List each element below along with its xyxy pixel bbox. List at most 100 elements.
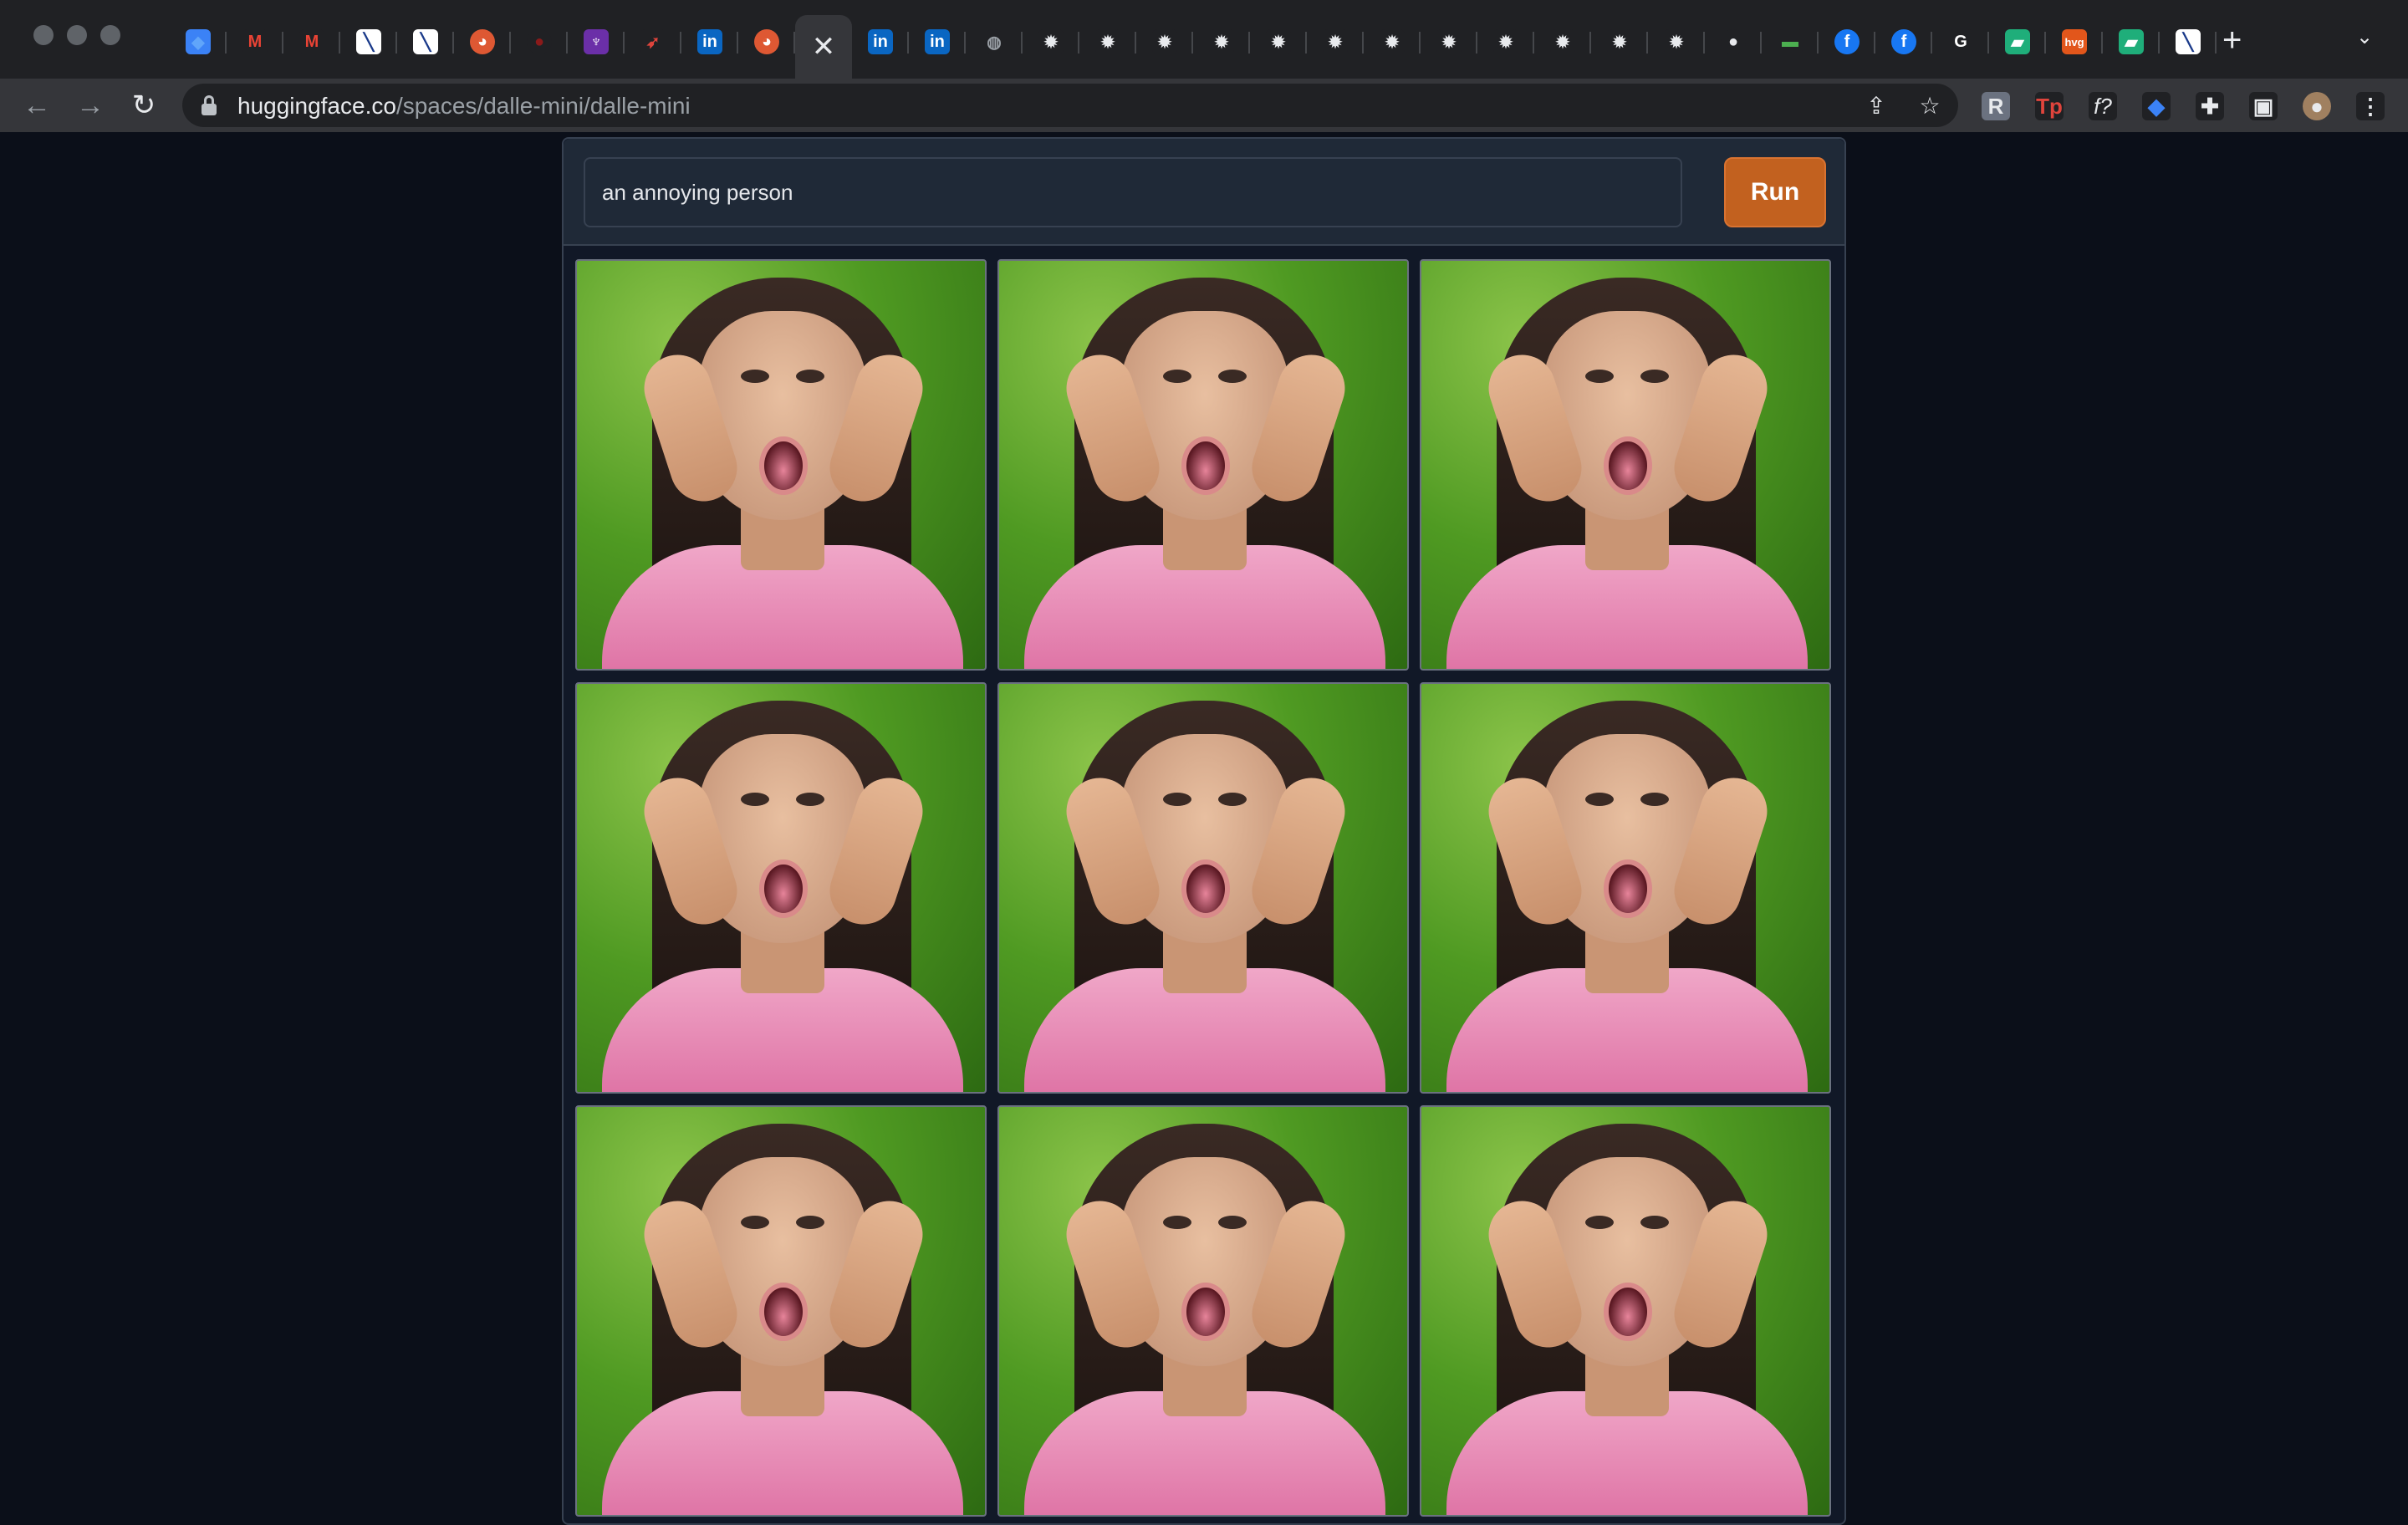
eye-shape xyxy=(796,1216,824,1229)
mouth-shape xyxy=(1604,1283,1652,1341)
tab[interactable]: M xyxy=(227,15,283,69)
run-button[interactable]: Run xyxy=(1724,157,1826,227)
linkedin-icon: in xyxy=(697,29,722,54)
tp-extension-icon[interactable]: Tp xyxy=(2035,92,2064,120)
tab-active[interactable]: ✕ xyxy=(795,15,852,79)
url-text[interactable]: huggingface.co/spaces/dalle-mini/dalle-m… xyxy=(237,94,691,119)
prompt-input[interactable] xyxy=(584,157,1682,227)
tab[interactable]: ✹ xyxy=(1591,15,1648,69)
generated-image[interactable] xyxy=(997,259,1409,671)
generated-image[interactable] xyxy=(575,1105,987,1517)
eye-shape xyxy=(1585,1216,1614,1229)
gmail-icon: M xyxy=(242,29,268,54)
mouth-shape xyxy=(759,436,808,495)
eye-shape xyxy=(1218,1216,1247,1229)
tab[interactable]: ◍ xyxy=(966,15,1023,69)
avatar[interactable]: ● xyxy=(2303,92,2331,120)
tab[interactable]: ╲ xyxy=(2160,15,2217,69)
tab[interactable]: ● xyxy=(1705,15,1762,69)
eye-shape xyxy=(796,370,824,383)
tab[interactable]: ▰ xyxy=(2103,15,2160,69)
tab[interactable]: ◕ xyxy=(454,15,511,69)
tab[interactable]: ● xyxy=(511,15,568,69)
tab[interactable]: ✹ xyxy=(1534,15,1591,69)
tab[interactable]: f xyxy=(1875,15,1932,69)
gear-icon: ✹ xyxy=(1095,29,1120,54)
eye-shape xyxy=(1585,793,1614,806)
tab[interactable]: ✹ xyxy=(1421,15,1477,69)
tab[interactable]: in xyxy=(681,15,738,69)
red-dot-icon: ● xyxy=(527,29,552,54)
eye-shape xyxy=(741,793,769,806)
new-tab-button[interactable]: + xyxy=(2222,22,2242,59)
eye-shape xyxy=(1640,370,1669,383)
tab[interactable]: in xyxy=(909,15,966,69)
forward-button[interactable]: → xyxy=(72,87,109,124)
tab[interactable]: ◆ xyxy=(170,15,227,69)
tab[interactable]: ✹ xyxy=(1023,15,1079,69)
tab[interactable]: ➶ xyxy=(625,15,681,69)
sidebar-icon[interactable]: ▣ xyxy=(2249,92,2278,120)
eye-shape xyxy=(1640,793,1669,806)
lock-icon[interactable] xyxy=(201,95,217,115)
generated-image[interactable] xyxy=(997,682,1409,1094)
tab-search-button[interactable]: ⌄ xyxy=(2356,25,2373,49)
mouth-shape xyxy=(759,859,808,918)
tab[interactable]: hvg xyxy=(2046,15,2103,69)
google-icon: G xyxy=(1948,29,1973,54)
close-window-button[interactable] xyxy=(33,25,54,45)
share-icon[interactable]: ⇪ xyxy=(1863,92,1890,119)
tab[interactable]: ▬ xyxy=(1762,15,1819,69)
tab[interactable]: ╲ xyxy=(340,15,397,69)
tab[interactable]: f xyxy=(1819,15,1875,69)
tab[interactable]: ▰ xyxy=(1989,15,2046,69)
generated-image[interactable] xyxy=(575,682,987,1094)
tab[interactable]: ╲ xyxy=(397,15,454,69)
mouth-shape xyxy=(1604,436,1652,495)
globe-icon: ◍ xyxy=(982,29,1007,54)
eye-shape xyxy=(1163,370,1191,383)
eye-shape xyxy=(741,1216,769,1229)
tab[interactable]: ✹ xyxy=(1364,15,1421,69)
gear-icon: ✹ xyxy=(1152,29,1177,54)
tab[interactable]: G xyxy=(1932,15,1989,69)
tab[interactable]: ✹ xyxy=(1250,15,1307,69)
tab[interactable]: M xyxy=(283,15,340,69)
tab[interactable]: ◕ xyxy=(738,15,795,69)
linkedin-icon: in xyxy=(925,29,950,54)
puzzle-icon[interactable]: ✚ xyxy=(2196,92,2224,120)
tab[interactable]: ✹ xyxy=(1477,15,1534,69)
address-bar[interactable]: huggingface.co/spaces/dalle-mini/dalle-m… xyxy=(182,84,1958,127)
kebab-menu-icon[interactable]: ⋮ xyxy=(2356,92,2385,120)
reload-button[interactable]: ↻ xyxy=(125,87,162,124)
tab[interactable]: ♆ xyxy=(568,15,625,69)
tab[interactable]: ✹ xyxy=(1307,15,1364,69)
tab[interactable]: ✹ xyxy=(1079,15,1136,69)
gear-icon: ✹ xyxy=(1493,29,1518,54)
generated-image[interactable] xyxy=(1420,259,1831,671)
diamond-icon[interactable]: ◆ xyxy=(2142,92,2171,120)
linkedin-icon: in xyxy=(868,29,893,54)
minimize-window-button[interactable] xyxy=(67,25,87,45)
dalle-mini-app: Run xyxy=(562,137,1846,1525)
generated-image[interactable] xyxy=(575,259,987,671)
close-icon[interactable]: ✕ xyxy=(812,33,836,61)
generated-image[interactable] xyxy=(1420,682,1831,1094)
arrow-left-icon: ← xyxy=(23,89,51,121)
gear-icon: ✹ xyxy=(1664,29,1689,54)
gmail-icon: M xyxy=(299,29,324,54)
generated-image[interactable] xyxy=(997,1105,1409,1517)
r-extension-icon[interactable]: R xyxy=(1982,92,2010,120)
zoom-window-button[interactable] xyxy=(100,25,120,45)
gear-icon: ✹ xyxy=(1038,29,1064,54)
generated-image[interactable] xyxy=(1420,1105,1831,1517)
tab[interactable]: ✹ xyxy=(1193,15,1250,69)
hvg-icon: hvg xyxy=(2062,29,2087,54)
tab[interactable]: ✹ xyxy=(1136,15,1193,69)
tab[interactable]: ✹ xyxy=(1648,15,1705,69)
bookmark-star-icon[interactable]: ☆ xyxy=(1916,92,1943,119)
tab[interactable]: in xyxy=(852,15,909,69)
back-button[interactable]: ← xyxy=(18,87,55,124)
f-question-icon[interactable]: f? xyxy=(2089,92,2117,120)
document-icon: ╲ xyxy=(356,29,381,54)
